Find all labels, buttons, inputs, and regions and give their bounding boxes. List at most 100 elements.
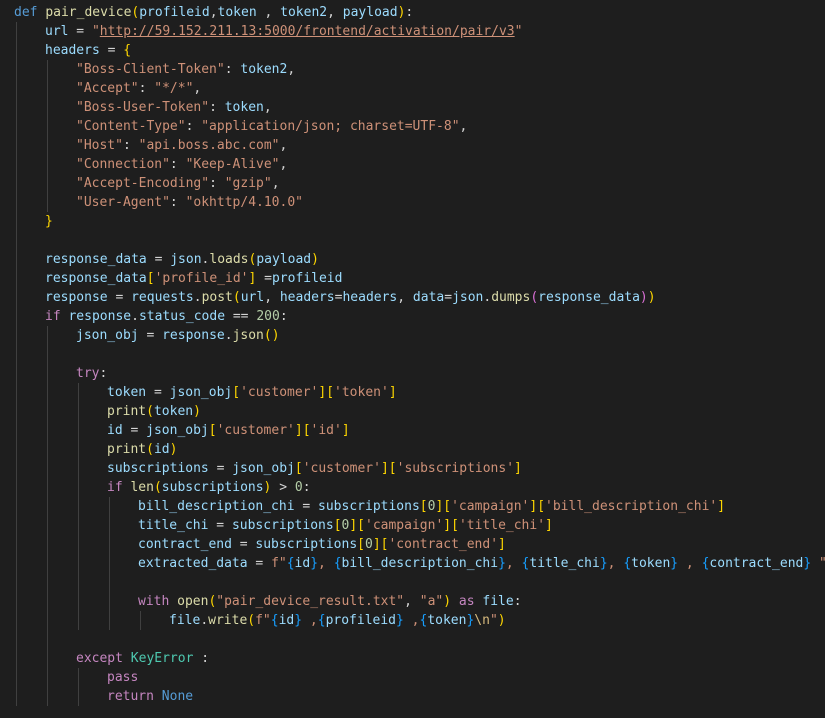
code-line[interactable]: with open("pair_device_result.txt", "a")… [138, 592, 522, 611]
code-token: , [607, 556, 624, 571]
code-token: with [138, 594, 170, 609]
code-token: "*/*" [154, 81, 194, 96]
code-line[interactable]: "User-Agent": "okhttp/4.10.0" [76, 193, 303, 212]
code-token: response_data [538, 290, 640, 305]
code-line[interactable]: token = json_obj['customer']['token'] [107, 383, 397, 402]
code-line[interactable]: response = requests.post(url, headers=he… [45, 288, 656, 307]
code-token: : [302, 480, 311, 495]
code-token: , [209, 5, 218, 20]
code-token: = [247, 556, 272, 571]
code-token: "Boss-Client-Token" [76, 62, 225, 77]
code-line[interactable]: "Connection": "Keep-Alive", [76, 155, 287, 174]
code-token: { [270, 613, 279, 628]
code-token: . [193, 290, 202, 305]
code-token: [ [232, 385, 241, 400]
code-line[interactable]: url = "http://59.152.211.13:5000/fronten… [45, 22, 522, 41]
code-token: open [177, 594, 209, 609]
code-line[interactable]: def pair_device(profileid,token , token2… [14, 3, 413, 22]
code-line[interactable]: if len(subscriptions) > 0: [107, 478, 311, 497]
code-token: ] [388, 385, 397, 400]
code-token: None [161, 689, 194, 704]
code-line[interactable]: print(token) [107, 402, 201, 421]
code-token: . [224, 328, 233, 343]
code-token: : [122, 138, 139, 153]
code-token: : [169, 157, 186, 172]
code-token: , [404, 594, 420, 609]
code-line[interactable]: "Boss-Client-Token": token2, [76, 60, 295, 79]
code-token: ] [294, 423, 303, 438]
code-token: { [317, 613, 326, 628]
code-line[interactable]: "Host": "api.boss.abc.com", [76, 136, 287, 155]
code-token: profileid [325, 613, 397, 628]
code-token: loads [209, 252, 249, 267]
code-token: "Keep-Alive" [185, 157, 280, 172]
code-token: ) [639, 290, 648, 305]
code-token: "pair_device_result.txt" [216, 594, 405, 609]
code-token: [ [357, 518, 365, 533]
code-line[interactable]: file.write(f"{id} ,{profileid} ,{token}\… [169, 611, 506, 630]
code-token: : [209, 176, 225, 191]
code-token: = [122, 423, 147, 438]
code-token: try [76, 366, 100, 381]
code-token: 'profile_id' [154, 271, 249, 286]
code-line[interactable]: pass [107, 668, 138, 687]
code-token: > [271, 480, 295, 495]
code-token: profileid [271, 271, 343, 286]
code-line[interactable]: id = json_obj['customer']['id'] [107, 421, 350, 440]
code-token: subscriptions [231, 518, 334, 533]
code-token: ( [530, 290, 539, 305]
code-line[interactable]: "Boss-User-Token": token, [76, 98, 272, 117]
code-line[interactable]: print(id) [107, 440, 177, 459]
code-token: print [107, 404, 147, 419]
code-line[interactable]: headers = { [45, 41, 131, 60]
code-token: response [162, 328, 225, 343]
code-line[interactable]: "Accept": "*/*", [76, 79, 201, 98]
code-token: json [170, 252, 202, 267]
code-token: [ [357, 537, 365, 552]
code-token: = [208, 518, 232, 533]
code-line[interactable]: "Accept-Encoding": "gzip", [76, 174, 280, 193]
code-line[interactable]: response_data = json.loads(payload) [45, 250, 319, 269]
code-line[interactable]: return None [107, 687, 193, 706]
code-token: ( [247, 613, 256, 628]
code-token: , [193, 81, 202, 96]
code-editor[interactable]: def pair_device(profileid,token , token2… [0, 0, 825, 718]
code-line[interactable]: json_obj = response.json() [76, 326, 280, 345]
code-token: "Connection" [76, 157, 170, 172]
code-token: headers [45, 43, 100, 58]
code-token: "gzip" [224, 176, 272, 191]
code-line[interactable]: extracted_data = f"{id}, {bill_descripti… [138, 554, 825, 573]
code-token: "application/json; charset=UTF-8" [201, 119, 460, 134]
code-line[interactable]: } [45, 212, 53, 231]
code-token: = [138, 328, 163, 343]
code-line[interactable]: response_data['profile_id'] =profileid [45, 269, 342, 288]
code-token: status_code [138, 309, 226, 324]
code-token: ] [498, 537, 506, 552]
code-token: "User-Agent" [76, 195, 170, 210]
code-token: ( [153, 480, 162, 495]
code-token: 'customer' [216, 423, 295, 438]
code-token: ) [169, 442, 178, 457]
code-token: ( [232, 290, 241, 305]
code-token: ] [349, 518, 358, 533]
code-line[interactable]: subscriptions = json_obj['customer']['su… [107, 459, 522, 478]
code-line[interactable]: title_chi = subscriptions[0]['campaign']… [138, 516, 553, 535]
code-token: id [278, 613, 295, 628]
code-token: , [263, 100, 272, 115]
code-line[interactable]: except KeyError : [76, 649, 209, 668]
code-token: file [482, 594, 514, 609]
code-token: , [287, 62, 296, 77]
code-line[interactable]: contract_end = subscriptions[0]['contrac… [138, 535, 506, 554]
code-token: token [153, 404, 194, 419]
code-token: extracted_data [138, 556, 248, 571]
code-token: [ [537, 499, 546, 514]
code-token: token2 [280, 5, 328, 20]
code-line[interactable]: if response.status_code == 200: [45, 307, 288, 326]
code-line[interactable]: bill_description_chi = subscriptions[0][… [138, 497, 725, 516]
indent-guide [78, 668, 79, 706]
code-token: 0 [294, 480, 303, 495]
code-token: , [397, 290, 413, 305]
code-line[interactable]: try: [76, 364, 107, 383]
code-token: subscriptions [161, 480, 264, 495]
code-line[interactable]: "Content-Type": "application/json; chars… [76, 117, 467, 136]
